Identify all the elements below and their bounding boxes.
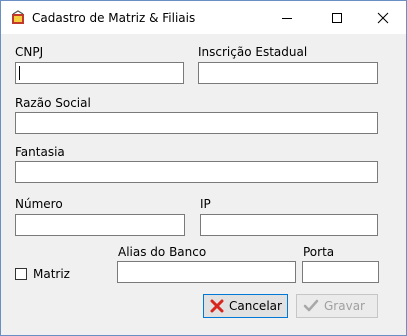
numero-input[interactable] xyxy=(15,214,185,236)
porta-label: Porta xyxy=(303,245,335,259)
cancel-button-label: Cancelar xyxy=(229,299,282,313)
x-icon xyxy=(210,299,224,313)
cnpj-input[interactable] xyxy=(15,62,184,84)
save-button-label: Gravar xyxy=(324,299,365,313)
close-icon xyxy=(377,12,389,23)
alias-banco-label: Alias do Banco xyxy=(118,245,207,259)
window-title: Cadastro de Matriz & Filiais xyxy=(32,11,196,25)
cnpj-label: CNPJ xyxy=(15,45,44,59)
close-button[interactable] xyxy=(360,1,406,34)
razao-social-input[interactable] xyxy=(15,112,378,134)
minimize-icon xyxy=(282,17,292,19)
title-bar[interactable]: Cadastro de Matriz & Filiais xyxy=(1,1,406,34)
maximize-button[interactable] xyxy=(314,1,360,34)
app-icon xyxy=(12,10,24,24)
inscricao-estadual-label: Inscrição Estadual xyxy=(198,45,308,59)
save-button[interactable]: Gravar xyxy=(296,294,378,318)
text-caret xyxy=(19,66,20,80)
matriz-label[interactable]: Matriz xyxy=(33,267,70,281)
porta-input[interactable] xyxy=(302,261,379,283)
razao-social-label: Razão Social xyxy=(15,96,91,110)
minimize-button[interactable] xyxy=(264,1,310,34)
cancel-button[interactable]: Cancelar xyxy=(203,294,288,318)
check-icon xyxy=(303,299,319,312)
maximize-icon xyxy=(332,12,342,23)
matriz-checkbox[interactable] xyxy=(15,268,27,280)
main-window: Cadastro de Matriz & Filiais CNPJ Inscri… xyxy=(0,0,407,336)
ip-input[interactable] xyxy=(200,214,378,236)
numero-label: Número xyxy=(15,197,63,211)
fantasia-input[interactable] xyxy=(15,161,378,183)
ip-label: IP xyxy=(200,197,211,211)
inscricao-estadual-input[interactable] xyxy=(198,62,378,84)
fantasia-label: Fantasia xyxy=(15,145,65,159)
alias-banco-input[interactable] xyxy=(117,261,296,283)
